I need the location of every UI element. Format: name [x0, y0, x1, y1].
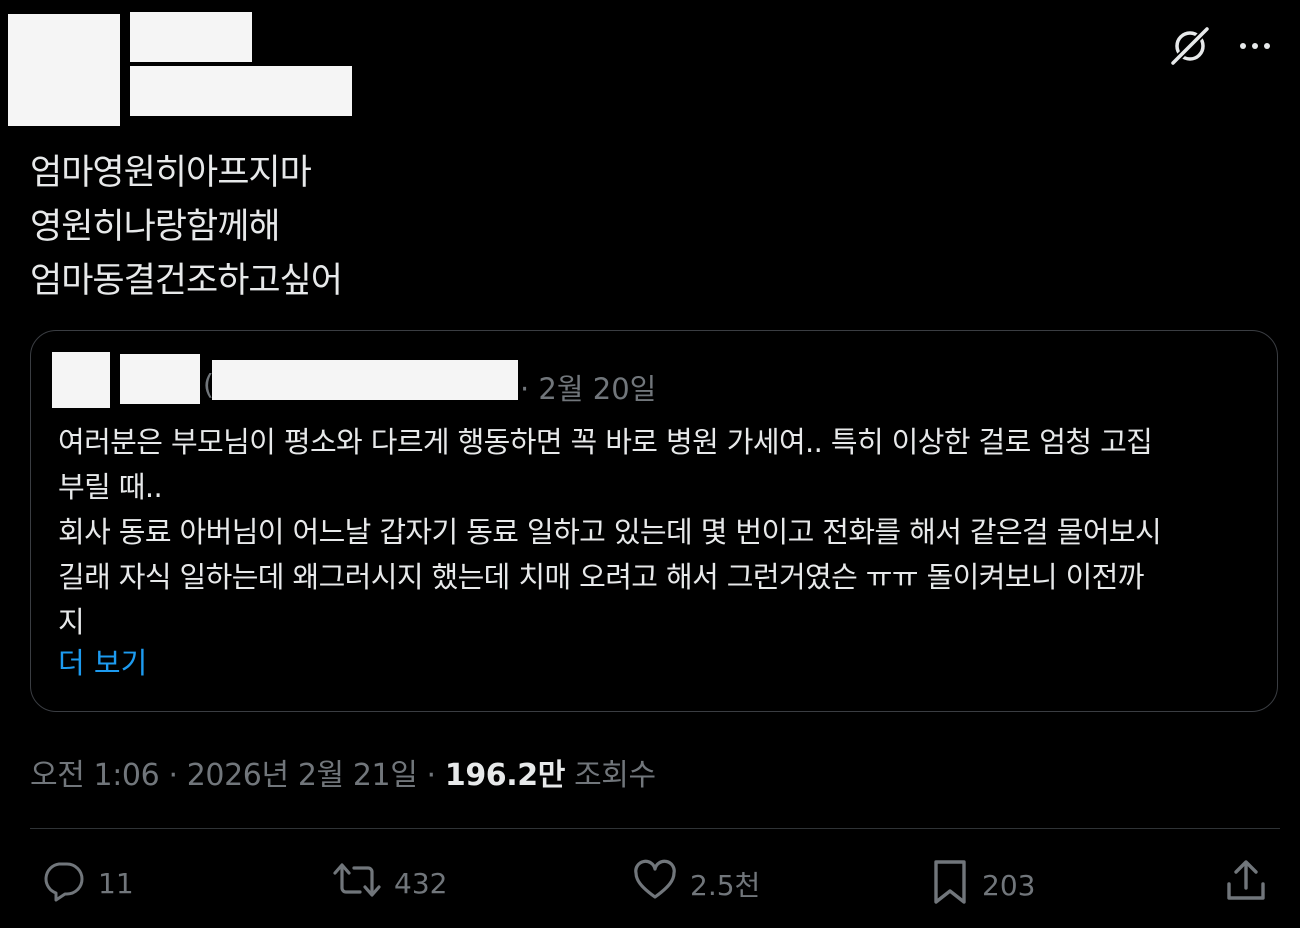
bookmark-icon: [930, 858, 970, 913]
author-handle-redacted: [130, 66, 352, 116]
quote-line: 길래 자식 일하는데 왜그러시지 했는데 치매 오려고 해서 그런거였슨 ㅠㅠ …: [58, 560, 1144, 594]
quote-handle-redacted: [212, 360, 518, 400]
bookmark-count: 203: [982, 869, 1036, 902]
quote-line: 지: [58, 605, 85, 639]
header-actions: [1168, 24, 1272, 68]
grok-icon[interactable]: [1168, 24, 1212, 68]
tweet-time[interactable]: 오전 1:06: [30, 758, 160, 793]
quote-avatar-redacted[interactable]: [52, 352, 110, 408]
like-count: 2.5천: [690, 868, 761, 902]
retweet-icon: [332, 858, 382, 909]
tweet-line: 영원히나랑함께해: [30, 207, 281, 247]
quote-date[interactable]: · 2월 20일: [520, 366, 656, 408]
divider: [30, 828, 1280, 829]
retweet-button[interactable]: 432: [332, 858, 447, 909]
views-label: 조회수: [564, 758, 656, 793]
retweet-count: 432: [394, 867, 448, 900]
quote-body: 여러분은 부모님이 평소와 다르게 행동하면 꼭 바로 병원 가세여.. 특히 …: [58, 420, 1258, 645]
author-name-redacted[interactable]: [130, 12, 252, 62]
like-button[interactable]: 2.5천: [632, 858, 760, 909]
show-more-link[interactable]: 더 보기: [58, 640, 147, 682]
meta-separator: ·: [417, 758, 445, 793]
tweet-date[interactable]: 2026년 2월 21일: [187, 758, 418, 793]
author-avatar-redacted[interactable]: [8, 14, 120, 126]
views-count[interactable]: 196.2만: [445, 758, 565, 793]
reply-count: 11: [98, 867, 134, 900]
tweet-meta: 오전 1:06 · 2026년 2월 21일 · 196.2만 조회수: [30, 750, 656, 794]
heart-icon: [632, 858, 678, 909]
quote-name-redacted[interactable]: [120, 354, 200, 404]
meta-separator: ·: [159, 758, 187, 793]
bookmark-button[interactable]: 203: [930, 858, 1035, 913]
quote-line: 여러분은 부모님이 평소와 다르게 행동하면 꼭 바로 병원 가세여.. 특히 …: [58, 425, 1153, 459]
tweet-line: 엄마영원히아프지마: [30, 153, 312, 193]
tweet-text: 엄마영원히아프지마 영원히나랑함께해 엄마동결건조하고싶어: [30, 146, 343, 308]
reply-icon: [40, 858, 86, 909]
more-icon[interactable]: [1238, 41, 1272, 51]
tweet-line: 엄마동결건조하고싶어: [30, 261, 343, 301]
share-icon: [1224, 858, 1268, 911]
quote-line: 회사 동료 아버님이 어느날 갑자기 동료 일하고 있는데 몇 번이고 전화를 …: [58, 515, 1162, 549]
share-button[interactable]: [1224, 858, 1268, 911]
quote-line: 부릴 때..: [58, 470, 163, 504]
reply-button[interactable]: 11: [40, 858, 134, 909]
